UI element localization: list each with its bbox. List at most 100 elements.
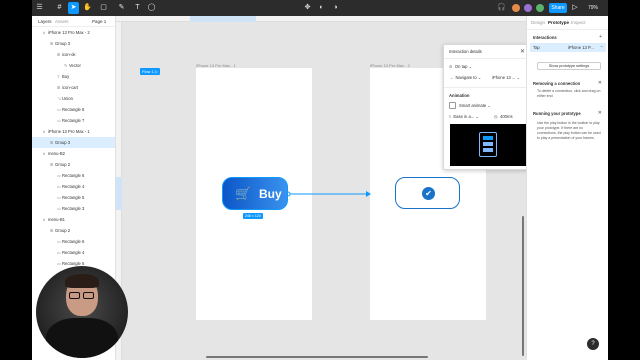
rectangle-tool-icon[interactable]: ▢ [98, 2, 109, 14]
close-icon[interactable]: ✕ [598, 80, 602, 86]
show-prototype-settings-button[interactable]: Show prototype settings [537, 62, 601, 70]
layer-row[interactable]: ✎ Vector [32, 60, 115, 71]
hand-tool-icon[interactable]: ✋ [82, 2, 93, 14]
tab-prototype[interactable]: Prototype [548, 20, 569, 25]
avatar[interactable] [536, 4, 544, 12]
layer-label: menu-B2 [48, 151, 65, 156]
animation-type-select[interactable]: Smart animate ⌄ [459, 103, 491, 108]
layer-row[interactable]: ⌥Union [32, 93, 115, 104]
layer-label: Group 3 [55, 41, 71, 46]
presenter-hair [65, 274, 99, 288]
divider [527, 29, 608, 30]
help-button[interactable]: ? [587, 338, 599, 350]
action-label: Navigate to [455, 75, 477, 80]
layer-label: Rectangle 7 [62, 118, 85, 123]
presenter-body [46, 318, 118, 358]
layer-row[interactable]: # iPhone 13 Pro Max - 2 [32, 27, 115, 38]
share-button[interactable]: Share [549, 3, 567, 13]
layer-row[interactable]: ⊞ icon-ok [32, 49, 115, 60]
layer-label: menu-B1 [48, 217, 65, 222]
action-select[interactable]: → Navigate to ⌄ [449, 75, 481, 80]
layer-row[interactable]: ⊞ Group 2 [32, 159, 115, 170]
tap-target: iPhone 13 P... [568, 45, 594, 50]
layer-row[interactable]: # menu-B1 [32, 214, 115, 225]
check-icon: ✔ [422, 187, 435, 200]
layer-row[interactable]: ⊞ icon-cart [32, 82, 115, 93]
layer-label: icon-cart [62, 85, 79, 90]
pen-tool-icon[interactable]: ✎ [116, 2, 127, 14]
layer-label: Vector [69, 63, 81, 68]
buy-button[interactable]: 🛒 Buy [222, 177, 288, 210]
layer-row[interactable]: ▭Rectangle 6 [32, 236, 115, 247]
tap-label: Tap [533, 45, 540, 50]
horizontal-scrollbar[interactable] [206, 356, 428, 358]
headphones-icon[interactable]: 🎧 [496, 2, 507, 14]
destination-select[interactable]: iPhone 13 ... ⌄ [492, 75, 520, 80]
trigger-select[interactable]: ⊙ On tap ⌄ [449, 64, 472, 69]
layer-label: icon-ok [62, 52, 76, 57]
layer-row[interactable]: ▭Rectangle 8 [32, 104, 115, 115]
layer-row[interactable]: # iPhone 13 Pro Max - 1 [32, 126, 115, 137]
vertical-scrollbar[interactable] [522, 216, 524, 356]
removing-heading: Removing a connection [533, 81, 581, 86]
frame-tool-icon[interactable]: # [54, 2, 65, 14]
ruler-highlight [116, 177, 122, 210]
properties-panel: Design Prototype Inspect Interactions + … [526, 16, 608, 360]
avatar[interactable] [524, 4, 532, 12]
layer-row[interactable]: ▭Rectangle 7 [32, 115, 115, 126]
play-icon[interactable]: ▷ [570, 3, 580, 13]
layer-label: iPhone 13 Pro Max - 2 [48, 30, 90, 35]
close-icon[interactable]: ✕ [598, 110, 602, 116]
preview-bar [483, 142, 493, 146]
text-tool-icon[interactable]: T [132, 2, 143, 14]
layer-label: Rectangle 3 [62, 206, 85, 211]
layer-label: Rectangle 4 [62, 250, 85, 255]
easing-select[interactable]: ⌇ Ease in a... ⌄ [449, 114, 479, 119]
mask-icon[interactable]: ◐ [316, 2, 327, 14]
comment-tool-icon[interactable]: ◯ [146, 2, 157, 14]
layer-row[interactable]: ▭Rectangle 5 [32, 192, 115, 203]
page-selector[interactable]: Page 1 [92, 19, 106, 24]
layer-row[interactable]: T Buy [32, 71, 115, 82]
layer-label: Group 2 [55, 162, 71, 167]
trigger-label: On tap [454, 64, 468, 69]
layer-row[interactable]: ⊞ Group 2 [32, 225, 115, 236]
avatar[interactable] [512, 4, 520, 12]
size-tag: 246 × 120 [243, 213, 263, 219]
tab-assets[interactable]: Assets [55, 19, 69, 24]
interaction-row[interactable]: Tap iPhone 13 P... − [530, 43, 606, 52]
layer-label: Buy [62, 74, 70, 79]
components-icon[interactable]: ✥ [302, 2, 313, 14]
running-text: Use the play button in the toolbar to pl… [537, 121, 601, 140]
interactions-heading: Interactions [533, 35, 557, 40]
confirmed-button[interactable]: ✔ [395, 177, 460, 209]
remove-icon[interactable]: − [601, 44, 603, 49]
zoom-level[interactable]: 79% [588, 3, 598, 13]
layer-row[interactable]: ⊞ Group 3 [32, 38, 115, 49]
flow-starting-point[interactable]: Flow 1 ▷ [140, 68, 160, 75]
tab-layers[interactable]: Layers [38, 19, 52, 24]
layer-row[interactable]: ▭Rectangle 4 [32, 181, 115, 192]
layer-row[interactable]: ⊞ Group 3 [32, 137, 115, 148]
tab-design[interactable]: Design [531, 20, 545, 25]
layer-label: Group 3 [55, 140, 71, 145]
move-tool-icon[interactable]: ➤ [68, 2, 79, 14]
layer-label: Union [62, 96, 73, 101]
top-ruler [116, 16, 526, 22]
layer-label: Group 2 [55, 228, 71, 233]
layer-row[interactable]: ▭Rectangle 6 [32, 170, 115, 181]
layer-row[interactable]: ▭Rectangle 3 [32, 203, 115, 214]
contrast-icon[interactable]: ◑ [330, 2, 341, 14]
layer-row[interactable]: # menu-B2 [32, 148, 115, 159]
phone-preview-icon [479, 132, 497, 157]
main-menu-icon[interactable]: ☰ [34, 2, 45, 14]
close-icon[interactable]: ✕ [520, 48, 525, 55]
interaction-details-popup: Interaction details ✕ ⊙ On tap ⌄ → Navig… [443, 44, 532, 170]
duration-input[interactable]: ◷ 400ms [494, 114, 513, 119]
presenter-webcam [36, 266, 128, 358]
glasses [69, 292, 80, 299]
cart-icon: 🛒 [235, 186, 252, 201]
layer-row[interactable]: ▭Rectangle 4 [32, 247, 115, 258]
add-interaction-icon[interactable]: + [599, 34, 602, 40]
tab-inspect[interactable]: Inspect [571, 20, 586, 25]
